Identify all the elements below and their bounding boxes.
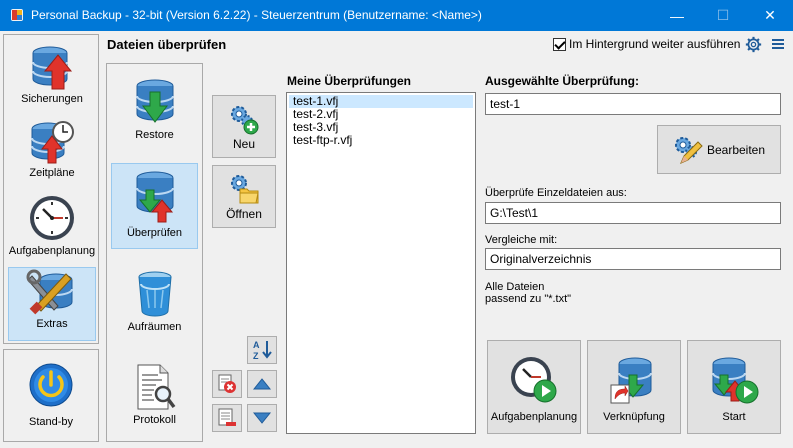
sidebar-item-label: Sicherungen <box>21 93 83 105</box>
single-files-field[interactable]: G:\Test\1 <box>485 202 781 224</box>
page-title: Dateien überprüfen <box>107 37 227 52</box>
compare-label: Vergleiche mit: <box>485 234 558 246</box>
sub-navigation: Restore Überprüfen Aufräumen Protokoll <box>106 63 203 442</box>
svg-text:Z: Z <box>253 351 259 361</box>
minimize-button[interactable]: — <box>654 0 700 31</box>
gears-folder-icon <box>231 174 259 203</box>
list-item[interactable]: test-ftp-r.vfj <box>289 134 473 147</box>
sidebar-item-extras[interactable]: Extras <box>8 267 96 341</box>
sidebar-item-label: Aufgabenplanung <box>8 245 96 257</box>
standby-button[interactable]: Stand-by <box>7 362 95 432</box>
open-button-label: Öffnen <box>226 206 262 221</box>
delete-button[interactable] <box>212 370 242 398</box>
arrow-down-icon <box>252 412 272 424</box>
compare-field[interactable]: Originalverzeichnis <box>485 248 781 270</box>
database-verify-icon <box>135 171 174 223</box>
single-files-label: Überprüfe Einzeldateien aus: <box>485 187 627 199</box>
subnav-item-restore[interactable]: Restore <box>111 78 198 148</box>
delete-document-icon <box>218 374 236 393</box>
subnav-item-label: Aufräumen <box>127 321 182 333</box>
sort-az-icon: A Z <box>253 340 272 361</box>
verification-list[interactable]: test-1.vfj test-2.vfj test-3.vfj test-ft… <box>286 92 476 434</box>
edit-button[interactable]: Bearbeiten <box>657 125 781 174</box>
gear-icon[interactable] <box>745 36 762 53</box>
background-checkbox[interactable]: Im Hintergrund weiter ausführen <box>553 37 740 51</box>
schedule-button[interactable]: Aufgabenplanung <box>487 340 581 434</box>
trash-bin-icon <box>138 271 171 317</box>
document-search-icon <box>137 364 175 410</box>
subnav-item-ueberpruefen[interactable]: Überprüfen <box>111 163 198 249</box>
sort-az-button[interactable]: A Z <box>247 336 277 364</box>
main-sidebar: Sicherungen Zeitpläne Aufgabenplanung Ex… <box>3 34 99 344</box>
subnav-item-label: Protokoll <box>133 414 176 426</box>
link-button[interactable]: Verknüpfung <box>587 340 681 434</box>
close-button[interactable]: ✕ <box>747 0 793 31</box>
maximize-icon: ☐ <box>716 7 730 23</box>
open-button[interactable]: Öffnen <box>212 165 276 228</box>
start-button-label: Start <box>722 411 746 423</box>
move-up-button[interactable] <box>247 370 277 398</box>
subnav-item-label: Restore <box>135 129 174 141</box>
info-text-line1: Alle Dateien <box>485 281 545 293</box>
standby-label: Stand-by <box>28 416 74 428</box>
clock-icon <box>30 196 74 240</box>
app-icon <box>11 9 23 21</box>
edit-document-button[interactable] <box>212 404 242 432</box>
tools-database-icon <box>26 269 73 315</box>
arrow-up-icon <box>252 378 272 390</box>
subnav-item-aufraeumen[interactable]: Aufräumen <box>111 270 198 340</box>
close-icon: ✕ <box>764 7 776 23</box>
svg-text:A: A <box>253 340 260 350</box>
title-bar: Personal Backup - 32-bit (Version 6.2.22… <box>0 0 793 31</box>
sidebar-item-label: Extras <box>36 318 68 330</box>
standby-panel: Stand-by <box>3 349 99 442</box>
start-button[interactable]: Start <box>687 340 781 434</box>
gears-add-icon <box>231 105 259 134</box>
power-icon <box>29 363 73 407</box>
sidebar-item-zeitplaene[interactable]: Zeitpläne <box>8 119 96 189</box>
move-down-button[interactable] <box>247 404 277 432</box>
schedule-button-label: Aufgabenplanung <box>490 411 578 423</box>
hamburger-menu-icon[interactable] <box>771 37 785 51</box>
database-play-icon <box>712 357 759 404</box>
info-text-line2: passend zu "*.txt" <box>485 293 572 305</box>
selected-verification-label: Ausgewählte Überprüfung: <box>485 74 640 88</box>
shortcut-database-icon <box>610 357 652 404</box>
list-title: Meine Überprüfungen <box>287 74 412 88</box>
minimize-icon: — <box>670 7 684 24</box>
database-upload-icon <box>32 46 73 90</box>
selected-verification-field[interactable]: test-1 <box>485 93 781 115</box>
subnav-item-protokoll[interactable]: Protokoll <box>111 363 198 433</box>
sidebar-item-aufgabenplanung[interactable]: Aufgabenplanung <box>8 193 96 265</box>
new-button-label: Neu <box>232 136 255 151</box>
database-download-icon <box>135 79 174 123</box>
maximize-button[interactable]: ☐ <box>700 0 746 31</box>
gears-edit-icon <box>674 136 703 164</box>
background-checkbox-label: Im Hintergrund weiter ausführen <box>569 37 741 51</box>
clock-play-icon <box>511 357 557 403</box>
link-button-label: Verknüpfung <box>603 411 665 423</box>
sidebar-item-label: Zeitpläne <box>29 167 75 179</box>
database-clock-icon <box>31 121 74 164</box>
document-edit-icon <box>218 408 236 426</box>
checkbox-checked-icon[interactable] <box>553 37 566 51</box>
subnav-item-label: Überprüfen <box>126 227 183 239</box>
edit-button-label: Bearbeiten <box>706 142 766 157</box>
sidebar-item-sicherungen[interactable]: Sicherungen <box>8 43 96 115</box>
new-button[interactable]: Neu <box>212 95 276 158</box>
window-title: Personal Backup - 32-bit (Version 6.2.22… <box>31 8 482 22</box>
